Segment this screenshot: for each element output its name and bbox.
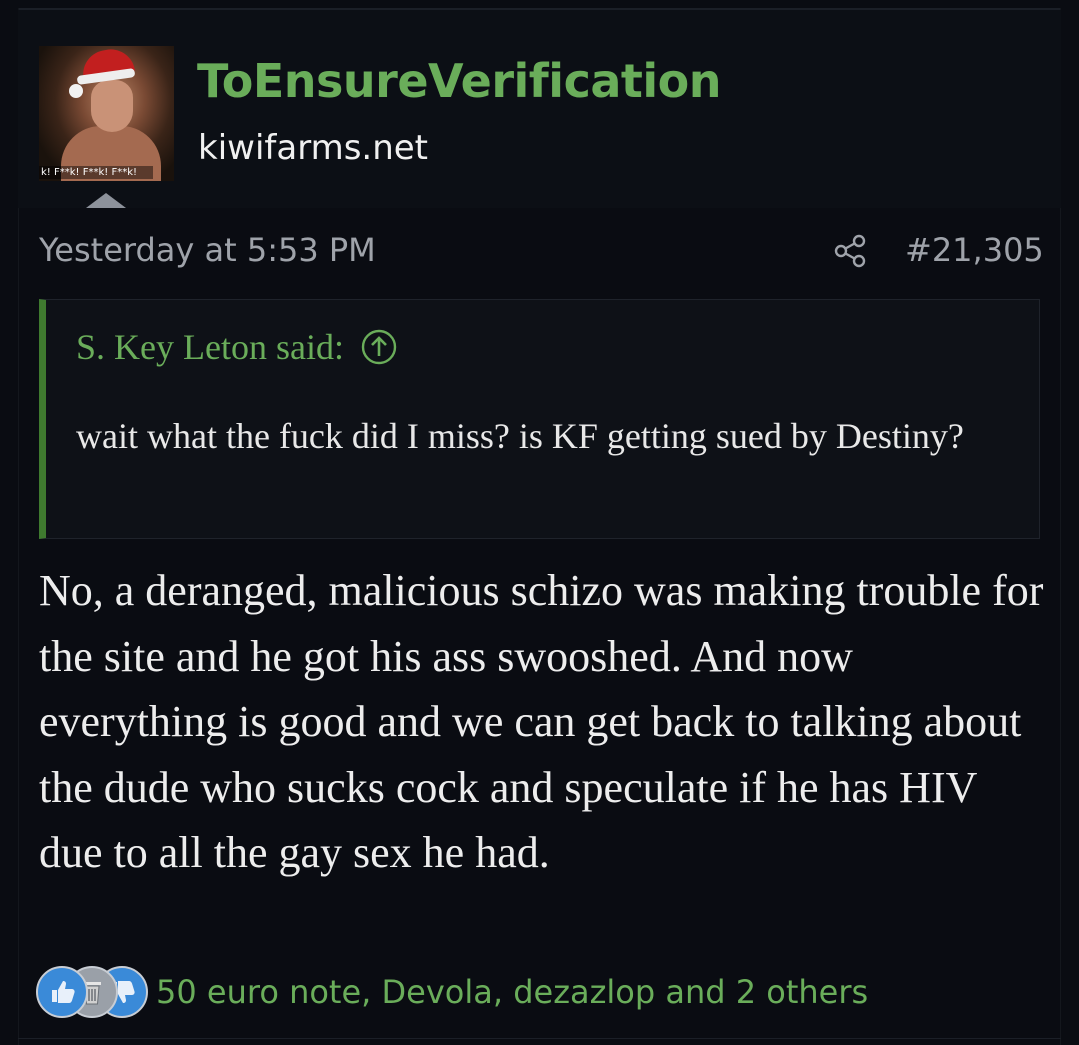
username-link[interactable]: ToEnsureVerification xyxy=(197,54,722,108)
post-timestamp[interactable]: Yesterday at 5:53 PM xyxy=(39,231,376,269)
avatar-face xyxy=(91,80,133,132)
quote-block: S. Key Leton said: wait what the fuck di… xyxy=(39,299,1040,539)
thumbs-up-icon[interactable] xyxy=(36,966,88,1018)
avatar-caption: k! F**k! F**k! F**k! xyxy=(39,166,153,179)
post-body: No, a deranged, malicious schizo was mak… xyxy=(39,566,1044,877)
bottom-divider xyxy=(18,1038,1061,1045)
reaction-users-link[interactable]: 50 euro note, Devola, dezazlop and 2 oth… xyxy=(156,973,868,1011)
site-name: kiwifarms.net xyxy=(198,128,429,168)
share-icon[interactable] xyxy=(832,233,868,269)
avatar-pointer-arrow xyxy=(86,193,126,208)
santa-hat-pom xyxy=(69,84,83,98)
quote-author: S. Key Leton said: xyxy=(76,327,344,367)
user-header xyxy=(18,10,1061,208)
reactions-bar[interactable]: 50 euro note, Devola, dezazlop and 2 oth… xyxy=(36,964,868,1020)
jump-to-quote-icon[interactable] xyxy=(360,328,398,366)
avatar[interactable]: k! F**k! F**k! F**k! xyxy=(39,46,174,181)
quote-attribution[interactable]: S. Key Leton said: xyxy=(76,326,398,368)
post-number-link[interactable]: #21,305 xyxy=(905,231,1044,269)
quote-text: wait what the fuck did I miss? is KF get… xyxy=(76,416,964,456)
